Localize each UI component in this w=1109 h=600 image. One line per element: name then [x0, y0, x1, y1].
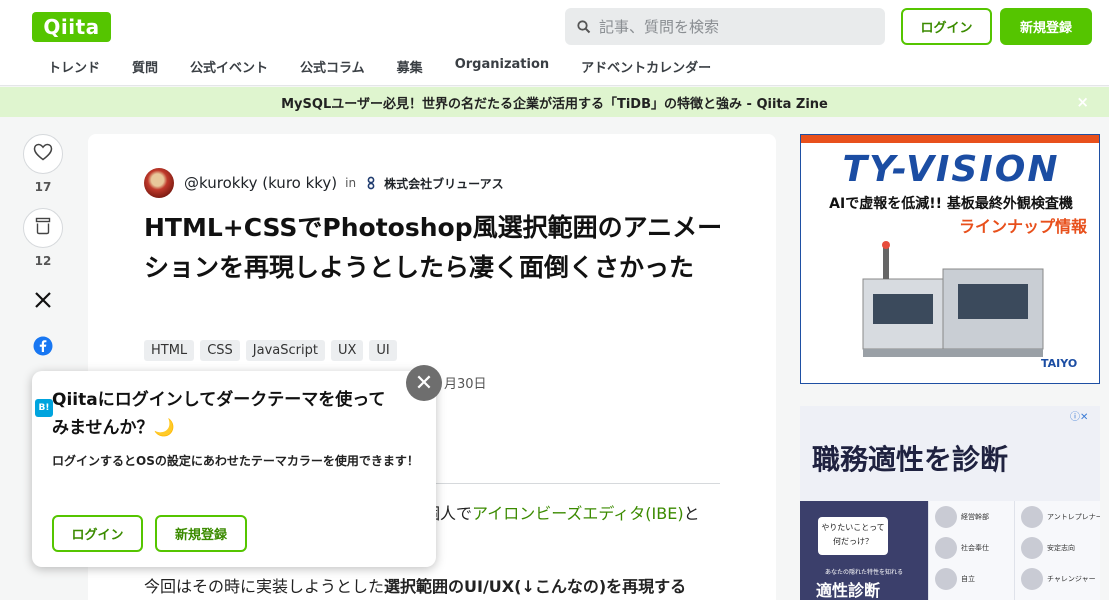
ad-ty-vision[interactable]: TY-VISION AIで虚報を低減!! 基板最終外観検査機 ラインナップ情報 …: [800, 134, 1100, 384]
popup-signup-button[interactable]: 新規登録: [155, 515, 247, 552]
signup-button[interactable]: 新規登録: [1000, 8, 1092, 45]
ad-brand: TAIYO: [1041, 357, 1078, 370]
ad-aptitude-test[interactable]: ⓘ✕ 職務適性を診断 やりたいことって何だっけ？ あなたの隠れた特性を知れる 適…: [800, 406, 1100, 600]
ad-item-label: 自立: [961, 574, 975, 583]
share-x-button[interactable]: [23, 282, 63, 322]
tag-javascript[interactable]: JavaScript: [245, 340, 325, 361]
search-box[interactable]: [565, 8, 885, 45]
like-button[interactable]: [23, 134, 63, 174]
banner-text[interactable]: MySQLユーザー必見！世界の名だたる企業が活用する「TiDB」の特徴と強み -…: [281, 93, 828, 112]
ad-title: 職務適性を診断: [812, 443, 1009, 476]
search-icon: [575, 18, 593, 36]
x-logo-icon: [34, 291, 52, 313]
tag-list: HTML CSS JavaScript UX UI: [144, 340, 397, 361]
stock-button[interactable]: [23, 208, 63, 248]
ad-item-label: 社会奉仕: [961, 543, 989, 552]
like-count: 17: [34, 180, 52, 194]
ibe-link[interactable]: アイロンビーズエディタ(IBE): [472, 504, 684, 523]
tag-css[interactable]: CSS: [200, 340, 240, 361]
login-button[interactable]: ログイン: [901, 8, 992, 45]
post-date: 月30日: [444, 377, 487, 392]
inspection-machine-image: [853, 239, 1053, 369]
ad-item-label: アントレプレナー: [1047, 512, 1100, 521]
site-header: Qiita ログイン 新規登録 トレンド 質問 公式イベント 公式コラム 募集 …: [0, 0, 1109, 86]
tag-ux[interactable]: UX: [330, 340, 364, 361]
hatena-bookmark-icon[interactable]: B!: [35, 399, 53, 417]
paragraph-text: 今回はその時に実装しようとした: [144, 577, 385, 596]
ad-subheadline: ラインナップ情報: [958, 217, 1087, 236]
ad-column: アントレプレナー 安定志向 チャレンジャー: [1014, 501, 1100, 600]
main-nav: トレンド 質問 公式イベント 公式コラム 募集 Organization アドベ…: [32, 55, 727, 79]
popup-title: Qiitaにログインしてダークテーマを使ってみませんか？🌙: [52, 390, 386, 438]
dark-theme-popup: Qiitaにログインしてダークテーマを使ってみませんか？🌙 ログインするとOSの…: [32, 371, 436, 567]
ad-speech-bubble: やりたいことって何だっけ？: [818, 517, 888, 555]
list-item: 社会奉仕: [929, 532, 1014, 563]
article-paragraph-1: 個人でアイロンビーズエディタ(IBE)と: [424, 502, 724, 526]
organization-icon: [364, 176, 378, 190]
avatar: [935, 536, 957, 559]
ad-logo: TY-VISION: [842, 149, 1060, 190]
article-title: HTML+CSSでPhotoshop風選択範囲のアニメーションを再現しようとした…: [144, 213, 723, 282]
qiita-logo[interactable]: Qiita: [32, 12, 111, 42]
list-item: チャレンジャー: [1015, 563, 1100, 594]
avatar: [1021, 536, 1043, 559]
ad-item-label: 安定志向: [1047, 543, 1075, 552]
nav-item-events[interactable]: 公式イベント: [174, 55, 284, 79]
popup-body: ログインするとOSの設定にあわせたテーマカラーを使用できます！: [52, 454, 419, 468]
search-input[interactable]: [599, 17, 859, 36]
avatar: [1021, 567, 1043, 590]
ad-headline: AIで虚報を低減!! 基板最終外観検査機: [829, 196, 1073, 212]
stock-icon: [35, 217, 51, 239]
article-paragraph-2: 今回はその時に実装しようとした選択範囲のUI/UX(↓こんなの)を再現する: [144, 575, 744, 599]
ad-left-panel: やりたいことって何だっけ？ あなたの隠れた特性を知れる 適性診断: [800, 501, 928, 600]
author-name[interactable]: @kurokky (kuro kky): [184, 174, 337, 192]
promo-banner[interactable]: MySQLユーザー必見！世界の名だたる企業が活用する「TiDB」の特徴と強み -…: [0, 87, 1109, 117]
ad-frame-decoration: [801, 135, 1099, 143]
nav-item-trend[interactable]: トレンド: [32, 55, 116, 79]
ad-item-label: チャレンジャー: [1047, 574, 1096, 583]
organization-name[interactable]: 株式会社ブリューアス: [384, 175, 504, 192]
ad-big-label: 適性診断: [816, 581, 881, 600]
nav-item-advent-calendar[interactable]: アドベントカレンダー: [565, 55, 727, 79]
list-item: 経営幹部: [929, 501, 1014, 532]
avatar: [935, 567, 957, 590]
nav-item-questions[interactable]: 質問: [116, 55, 174, 79]
heart-icon: [33, 143, 53, 165]
action-rail: 17 12: [23, 134, 65, 368]
paragraph-text: と: [683, 504, 700, 523]
ad-column: 経営幹部 社会奉仕 自立: [928, 501, 1014, 600]
paragraph-bold-text: 選択範囲のUI/UX(↓こんなの)を再現する: [384, 577, 687, 596]
nav-item-recruit[interactable]: 募集: [381, 55, 439, 79]
list-item: 安定志向: [1015, 532, 1100, 563]
banner-close-icon[interactable]: ×: [1076, 93, 1089, 111]
nav-item-organization[interactable]: Organization: [439, 55, 565, 79]
ad-item-label: 経営幹部: [961, 512, 989, 521]
author-line: @kurokky (kuro kky) in 株式会社ブリューアス: [144, 167, 504, 199]
avatar: [1021, 505, 1043, 528]
share-facebook-button[interactable]: [23, 328, 63, 368]
ad-caption: あなたの隠れた特性を知れる: [824, 569, 903, 576]
facebook-icon: [33, 336, 53, 360]
divider: [418, 483, 720, 484]
avatar[interactable]: [144, 168, 174, 198]
list-item: アントレプレナー: [1015, 501, 1100, 532]
nav-item-columns[interactable]: 公式コラム: [284, 55, 381, 79]
ad-info-icon[interactable]: ⓘ✕: [1070, 408, 1092, 423]
ad-grid: やりたいことって何だっけ？ あなたの隠れた特性を知れる 適性診断 経営幹部 社会…: [800, 501, 1100, 600]
tag-html[interactable]: HTML: [144, 340, 195, 361]
avatar: [935, 505, 957, 528]
popup-close-icon[interactable]: ✕: [406, 365, 442, 401]
in-label: in: [345, 176, 357, 190]
popup-login-button[interactable]: ログイン: [52, 515, 143, 552]
list-item: 自立: [929, 563, 1014, 594]
stock-count: 12: [34, 254, 52, 268]
tag-ui[interactable]: UI: [369, 340, 397, 361]
